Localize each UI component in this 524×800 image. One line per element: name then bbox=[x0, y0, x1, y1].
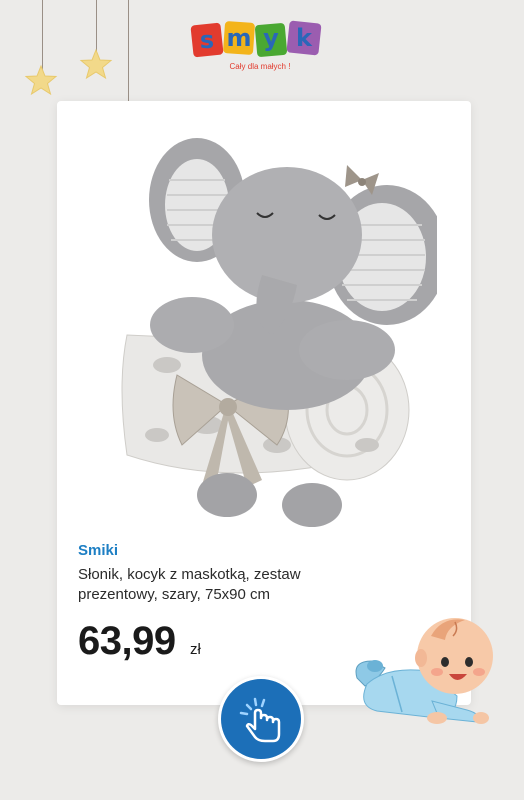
tap-hand-icon bbox=[239, 697, 281, 743]
product-image bbox=[121, 138, 437, 527]
logo-letter: s bbox=[200, 26, 214, 54]
price-currency: zł bbox=[190, 641, 201, 658]
tap-button[interactable] bbox=[218, 676, 304, 762]
star-icon bbox=[24, 64, 58, 96]
product-name[interactable]: Słonik, kocyk z maskotką, zestaw prezent… bbox=[78, 565, 358, 605]
hanging-string bbox=[96, 0, 97, 52]
product-brand: Smiki bbox=[78, 542, 119, 559]
hanging-string bbox=[42, 0, 43, 70]
logo-letter: k bbox=[296, 24, 313, 52]
product-price: 63,99 bbox=[78, 619, 176, 663]
logo-letter: y bbox=[263, 24, 279, 52]
star-icon bbox=[79, 48, 113, 80]
baby-illustration bbox=[355, 618, 493, 724]
logo-tagline: Cały dla małych ! bbox=[230, 62, 291, 71]
smyk-logo[interactable]: s m y k Cały dla małych ! bbox=[190, 20, 330, 76]
logo-letter: m bbox=[226, 24, 251, 52]
